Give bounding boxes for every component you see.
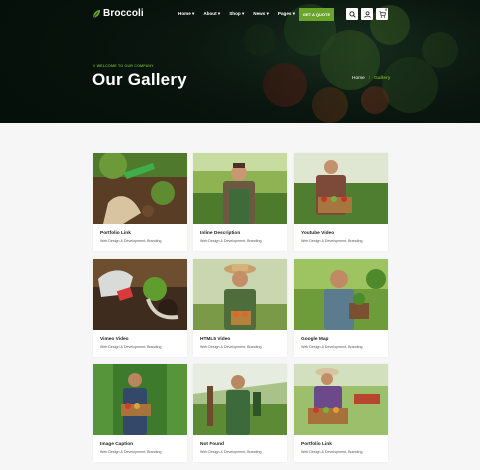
gallery-section: Portfolio Link Web Design & Development,… — [0, 123, 480, 470]
gallery-card[interactable]: Vimeo Video Web Design & Development, Br… — [93, 259, 187, 357]
nav-item-shop[interactable]: Shop ▾ — [229, 11, 244, 17]
gallery-photo — [294, 153, 388, 224]
gallery-card[interactable]: Image Caption Web Design & Development, … — [93, 364, 187, 462]
cart-button[interactable]: 0 — [376, 8, 388, 20]
leaf-logo-icon — [92, 9, 100, 18]
gallery-card[interactable]: Inline Description Web Design & Developm… — [193, 153, 287, 251]
gallery-card[interactable]: HTML5 Video Web Design & Development, Br… — [193, 259, 287, 357]
card-subtitle: Web Design & Development, Branding — [301, 239, 363, 243]
account-button[interactable] — [361, 8, 373, 20]
gallery-photo — [93, 153, 187, 224]
gallery-card[interactable]: Portfolio Link Web Design & Development,… — [294, 364, 388, 462]
card-title[interactable]: Inline Description — [200, 231, 240, 236]
gallery-card[interactable]: Youtube Video Web Design & Development, … — [294, 153, 388, 251]
nav-item-pages[interactable]: Pages ▾ — [278, 11, 295, 17]
nav-item-home[interactable]: Home ▾ — [178, 11, 194, 17]
card-title[interactable]: HTML5 Video — [200, 337, 230, 342]
card-subtitle: Web Design & Development, Branding — [301, 345, 363, 349]
search-icon — [348, 10, 356, 18]
gallery-card[interactable]: Portfolio Link Web Design & Development,… — [93, 153, 187, 251]
nav-item-about[interactable]: About ▾ — [203, 11, 220, 17]
card-title[interactable]: Not Found — [200, 442, 224, 447]
card-subtitle: Web Design & Development, Branding — [301, 450, 363, 454]
cart-count-badge: 0 — [385, 8, 387, 12]
nav-item-news[interactable]: News ▾ — [253, 11, 269, 17]
card-title[interactable]: Image Caption — [100, 442, 133, 447]
card-title[interactable]: Portfolio Link — [301, 442, 332, 447]
card-subtitle: Web Design & Development, Branding — [100, 450, 162, 454]
search-button[interactable] — [346, 8, 358, 20]
card-subtitle: Web Design & Development, Branding — [200, 239, 262, 243]
gallery-photo — [193, 153, 287, 224]
card-subtitle: Web Design & Development, Branding — [100, 239, 162, 243]
card-subtitle: Web Design & Development, Branding — [200, 345, 262, 349]
gallery-card[interactable]: Google Map Web Design & Development, Bra… — [294, 259, 388, 357]
gallery-photo — [193, 364, 287, 435]
user-icon — [363, 10, 371, 18]
gallery-photo — [294, 259, 388, 330]
hero-eyebrow: // WELCOME TO OUR COMPANY — [93, 64, 154, 68]
brand-name: Broccoli — [103, 8, 144, 19]
page-hero: Broccoli Home ▾ About ▾ Shop ▾ News ▾ Pa… — [0, 0, 480, 123]
breadcrumb-current: Gallery — [374, 76, 391, 81]
gallery-photo — [93, 364, 187, 435]
breadcrumb: Home / Gallery — [352, 76, 390, 81]
breadcrumb-home-link[interactable]: Home — [352, 76, 365, 81]
card-title[interactable]: Youtube Video — [301, 231, 334, 236]
card-subtitle: Web Design & Development, Branding — [100, 345, 162, 349]
get-a-quote-button[interactable]: GET A QUOTE — [299, 8, 334, 21]
gallery-photo — [93, 259, 187, 330]
card-subtitle: Web Design & Development, Branding — [200, 450, 262, 454]
page-title: Our Gallery — [92, 70, 187, 89]
gallery-photo — [193, 259, 287, 330]
gallery-card[interactable]: Not Found Web Design & Development, Bran… — [193, 364, 287, 462]
gallery-photo — [294, 364, 388, 435]
breadcrumb-separator: / — [368, 76, 371, 81]
brand-logo[interactable]: Broccoli — [92, 8, 144, 19]
card-title[interactable]: Vimeo Video — [100, 337, 129, 342]
main-navigation: Broccoli Home ▾ About ▾ Shop ▾ News ▾ Pa… — [0, 0, 480, 28]
card-title[interactable]: Portfolio Link — [100, 231, 131, 236]
card-title[interactable]: Google Map — [301, 337, 328, 342]
